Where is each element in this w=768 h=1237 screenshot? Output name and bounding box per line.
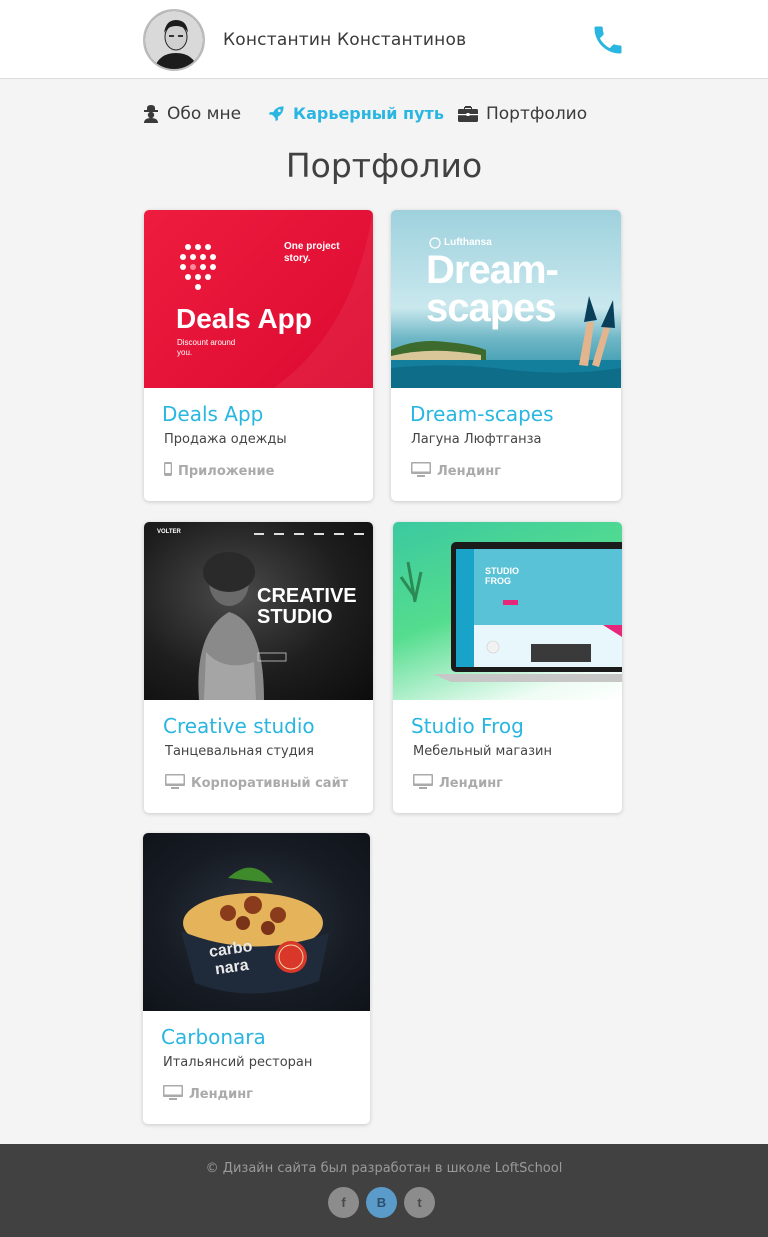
project-description: Танцевальная студия xyxy=(165,744,314,759)
nav-item-career[interactable]: Карьерный путь xyxy=(268,104,444,123)
project-type-label: Приложение xyxy=(178,463,275,479)
thumb-heading: STUDIO xyxy=(257,606,333,628)
project-type-label: Лендинг xyxy=(437,464,501,479)
project-thumbnail: carbo nara xyxy=(143,833,370,1011)
thumb-subtext: Discount around you. xyxy=(177,338,236,357)
thumb-tagline: One project story. xyxy=(284,241,340,264)
briefcase-icon xyxy=(458,106,478,122)
rocket-icon xyxy=(268,105,285,122)
nav-item-label: Портфолио xyxy=(486,104,588,124)
nav-item-label: Обо мне xyxy=(167,104,242,124)
nav-item-about[interactable]: Обо мне xyxy=(143,104,241,124)
page-title: Портфолио xyxy=(285,146,483,185)
portfolio-card-studio-frog[interactable]: STUDIO FROG Studio Frog Мебельный магази… xyxy=(393,522,622,813)
facebook-icon[interactable]: f xyxy=(328,1187,359,1218)
project-type: Корпоративный сайт xyxy=(165,774,348,793)
project-type: Приложение xyxy=(164,462,274,480)
project-title[interactable]: Carbonara xyxy=(161,1025,266,1049)
vk-icon[interactable]: B xyxy=(366,1187,397,1218)
site-footer: © Дизайн сайта был разработан в школе Lo… xyxy=(0,1144,768,1237)
portfolio-card-carbonara[interactable]: carbo nara Carbonara Итальянсий ресторан… xyxy=(143,833,370,1124)
portfolio-card-dream-scapes[interactable]: Lufthansa Dream- scapes Dream-scapes Лаг… xyxy=(391,210,621,501)
project-type: Лендинг xyxy=(411,462,501,481)
main-nav: Обо мне Карьерный путь Портфолио xyxy=(0,104,768,130)
desktop-icon xyxy=(411,462,431,481)
user-name: Константин Константинов xyxy=(223,30,467,50)
project-type: Лендинг xyxy=(413,774,503,793)
project-type: Лендинг xyxy=(163,1085,253,1104)
nav-item-portfolio[interactable]: Портфолио xyxy=(458,104,587,124)
thumb-heading: Deals App xyxy=(176,303,312,334)
avatar[interactable] xyxy=(143,9,205,71)
thumb-heading: STUDIO xyxy=(485,566,520,576)
copyright-text: © Дизайн сайта был разработан в школе Lo… xyxy=(205,1161,563,1176)
desktop-icon xyxy=(165,774,185,793)
thumb-heading: FROG xyxy=(485,576,511,586)
nav-item-label: Карьерный путь xyxy=(293,104,444,123)
mobile-icon xyxy=(164,462,172,480)
project-title[interactable]: Studio Frog xyxy=(411,714,524,738)
desktop-icon xyxy=(413,774,433,793)
project-thumbnail: One project story. Deals App Discount ar… xyxy=(144,210,373,388)
portfolio-card-deals-app[interactable]: One project story. Deals App Discount ar… xyxy=(144,210,373,501)
project-thumbnail: Lufthansa Dream- scapes xyxy=(391,210,621,388)
thumb-brand: Lufthansa xyxy=(444,237,492,248)
twitter-icon[interactable]: t xyxy=(404,1187,435,1218)
project-description: Лагуна Люфтганза xyxy=(411,432,542,447)
thumb-heading: scapes xyxy=(426,286,557,330)
project-title[interactable]: Dream-scapes xyxy=(410,402,554,426)
thumb-brand: VOLTER xyxy=(157,529,181,535)
site-header: Константин Константинов xyxy=(0,0,768,79)
project-description: Итальянсий ресторан xyxy=(163,1055,313,1070)
project-title[interactable]: Creative studio xyxy=(163,714,315,738)
phone-icon[interactable] xyxy=(590,22,626,58)
thumb-heading: CREATIVE xyxy=(257,585,357,607)
project-title[interactable]: Deals App xyxy=(162,402,263,426)
project-type-label: Корпоративный сайт xyxy=(191,776,349,791)
project-type-label: Лендинг xyxy=(189,1087,253,1102)
project-description: Продажа одежды xyxy=(164,432,287,447)
project-type-label: Лендинг xyxy=(439,776,503,791)
project-thumbnail: VOLTER CREATIVE STUDIO xyxy=(144,522,373,700)
project-thumbnail: STUDIO FROG xyxy=(393,522,622,700)
desktop-icon xyxy=(163,1085,183,1104)
portfolio-card-creative-studio[interactable]: VOLTER CREATIVE STUDIO Creative studio Т… xyxy=(144,522,373,813)
project-description: Мебельный магазин xyxy=(413,744,552,759)
user-icon xyxy=(143,105,159,123)
